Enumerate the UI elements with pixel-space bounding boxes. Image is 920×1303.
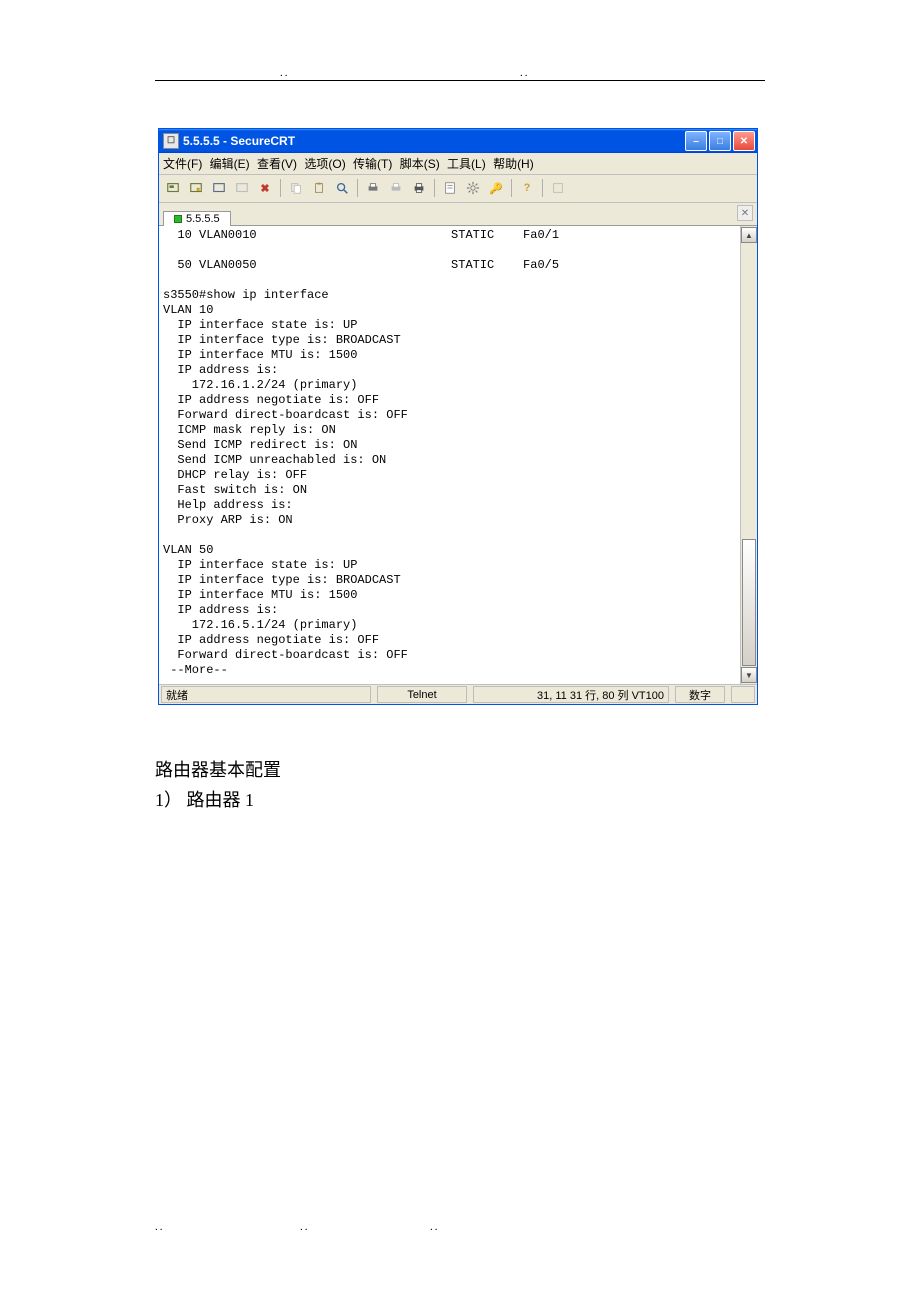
statusbar: 就绪 Telnet 31, 11 31 行, 80 列 VT100 数字 [159, 684, 757, 704]
header-rule [155, 80, 765, 81]
print-icon[interactable] [409, 178, 429, 198]
status-ready: 就绪 [161, 686, 371, 703]
session-tab[interactable]: 5.5.5.5 [163, 211, 231, 226]
securecrt-window: ☐ 5.5.5.5 - SecureCRT – □ ✕ 文件(F) 编辑(E) … [158, 128, 758, 705]
menu-tools[interactable]: 工具(L) [447, 157, 486, 171]
header-dots: .. [520, 67, 530, 79]
copy-icon[interactable] [286, 178, 306, 198]
footer-dots: .. [430, 1221, 440, 1233]
toolbar-separator [357, 179, 358, 197]
footer-dots: .. [300, 1221, 310, 1233]
properties-icon[interactable] [440, 178, 460, 198]
scroll-thumb[interactable] [742, 539, 756, 666]
terminal-output[interactable]: 10 VLAN0010 STATIC Fa0/1 50 VLAN0050 STA… [159, 226, 740, 684]
print-setup-icon[interactable] [363, 178, 383, 198]
status-protocol: Telnet [377, 686, 467, 703]
paste-icon[interactable] [309, 178, 329, 198]
menubar[interactable]: 文件(F) 编辑(E) 查看(V) 选项(O) 传输(T) 脚本(S) 工具(L… [159, 153, 757, 175]
settings-icon[interactable] [463, 178, 483, 198]
footer-dots: .. [155, 1221, 165, 1233]
toolbar-separator [434, 179, 435, 197]
quick-connect-icon[interactable] [186, 178, 206, 198]
connection-led-icon [174, 215, 182, 223]
cancel-icon[interactable]: ✖ [255, 178, 275, 198]
status-cursor: 31, 11 31 行, 80 列 VT100 [473, 686, 669, 703]
toolbar-separator [542, 179, 543, 197]
body-text: 路由器基本配置 1） 路由器 1 [155, 755, 281, 815]
extra-icon[interactable] [548, 178, 568, 198]
header-dots: .. [280, 67, 290, 79]
menu-script[interactable]: 脚本(S) [400, 157, 440, 171]
item-router-1: 1） 路由器 1 [155, 785, 281, 815]
tabstrip: 5.5.5.5 ✕ [159, 203, 757, 226]
reconnect-icon[interactable] [209, 178, 229, 198]
titlebar[interactable]: ☐ 5.5.5.5 - SecureCRT – □ ✕ [159, 129, 757, 153]
window-title: 5.5.5.5 - SecureCRT [183, 134, 685, 148]
heading-router-config: 路由器基本配置 [155, 755, 281, 785]
scrollbar[interactable]: ▲ ▼ [740, 226, 757, 684]
connect-icon[interactable] [163, 178, 183, 198]
menu-help[interactable]: 帮助(H) [493, 157, 534, 171]
status-mode: 数字 [675, 686, 725, 703]
scroll-track[interactable] [742, 244, 756, 666]
key-icon[interactable]: 🔑 [486, 178, 506, 198]
menu-transfer[interactable]: 传输(T) [353, 157, 392, 171]
minimize-button[interactable]: – [685, 131, 707, 151]
menu-edit[interactable]: 编辑(E) [210, 157, 250, 171]
status-grip [731, 686, 755, 703]
tab-label: 5.5.5.5 [186, 213, 220, 225]
toolbar-separator [280, 179, 281, 197]
scroll-up-icon[interactable]: ▲ [741, 227, 757, 243]
menu-option[interactable]: 选项(O) [304, 157, 345, 171]
disconnect-icon[interactable] [232, 178, 252, 198]
app-icon: ☐ [163, 133, 179, 149]
terminal-area: 10 VLAN0010 STATIC Fa0/1 50 VLAN0050 STA… [159, 226, 757, 684]
maximize-button[interactable]: □ [709, 131, 731, 151]
tab-close-button[interactable]: ✕ [737, 205, 753, 221]
help-icon[interactable]: ? [517, 178, 537, 198]
print-screen-icon[interactable] [386, 178, 406, 198]
close-button[interactable]: ✕ [733, 131, 755, 151]
menu-view[interactable]: 查看(V) [257, 157, 297, 171]
toolbar-separator [511, 179, 512, 197]
menu-file[interactable]: 文件(F) [163, 157, 202, 171]
toolbar: ✖ 🔑 ? [159, 175, 757, 203]
find-icon[interactable] [332, 178, 352, 198]
scroll-down-icon[interactable]: ▼ [741, 667, 757, 683]
